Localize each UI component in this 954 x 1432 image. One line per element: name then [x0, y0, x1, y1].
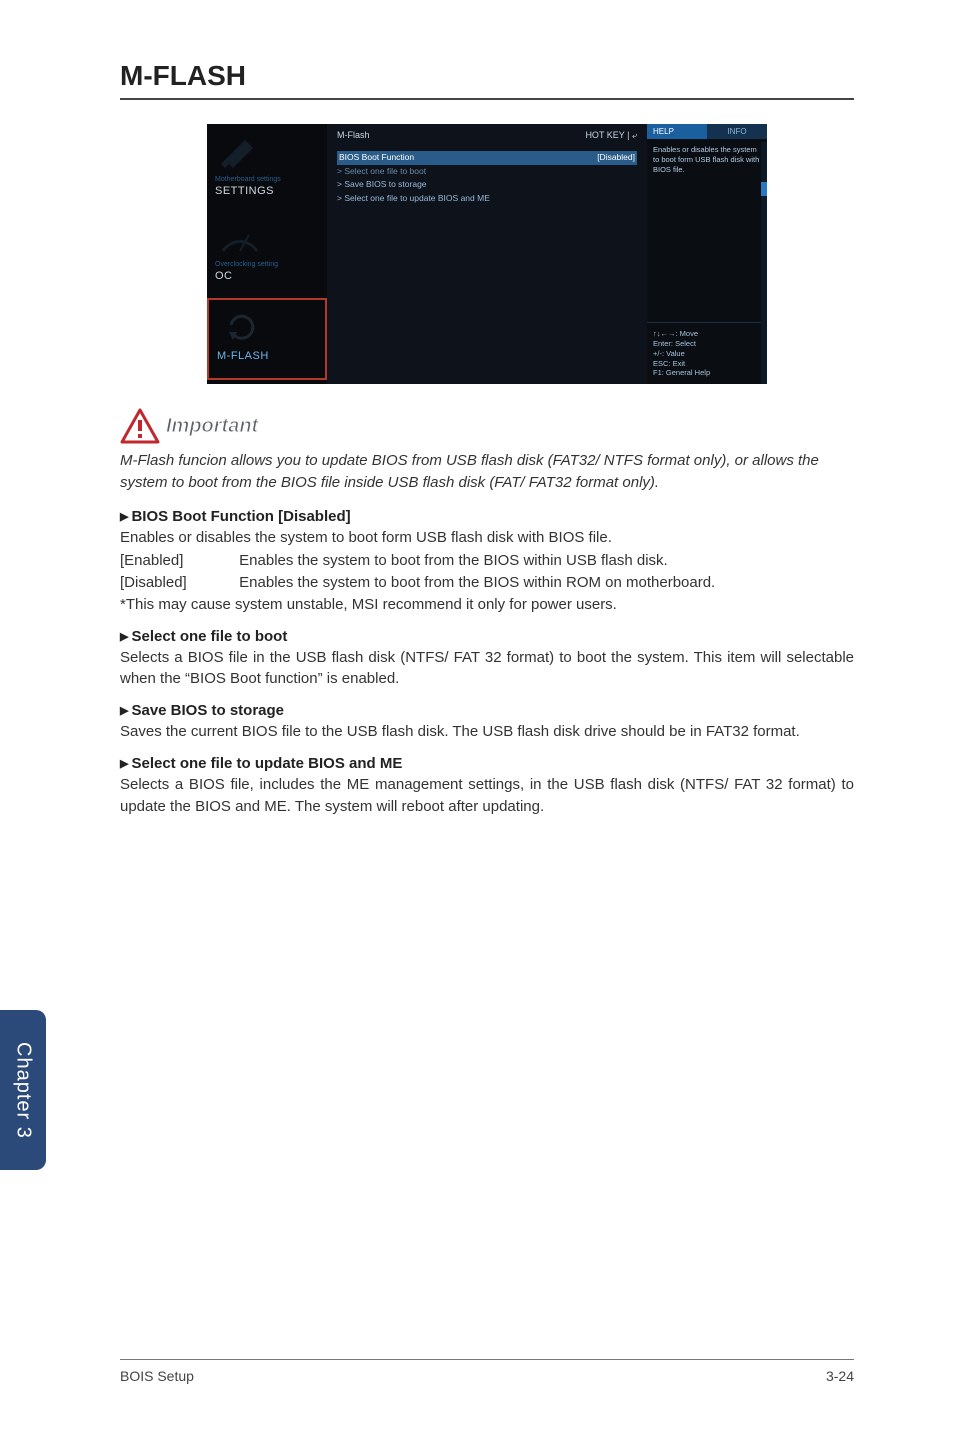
- opt-disabled-row: [Disabled] Enables the system to boot fr…: [120, 572, 854, 594]
- mflash-label: M-FLASH: [217, 350, 317, 362]
- settings-subtitle: Motherboard settings: [215, 176, 319, 183]
- opt-enabled-key: [Enabled]: [120, 550, 235, 572]
- scrollbar-thumb: [761, 182, 767, 196]
- key-help: ↑↓←→: MoveEnter: Select+/-: ValueESC: Ex…: [647, 322, 767, 384]
- bios-option-row: > Select one file to update BIOS and ME: [337, 192, 637, 206]
- warning-icon: [120, 408, 160, 444]
- gauge-icon: [215, 221, 265, 255]
- chapter-label: Chapter 3: [12, 1042, 35, 1139]
- bios-screenshot: Motherboard settings SETTINGS Overclocki…: [207, 124, 767, 384]
- bios-sidebar: Motherboard settings SETTINGS Overclocki…: [207, 124, 327, 384]
- help-tab: HELP: [647, 124, 707, 139]
- opt-enabled-val: Enables the system to boot from the BIOS…: [239, 552, 668, 569]
- opt-disabled-key: [Disabled]: [120, 572, 235, 594]
- bios-panel-title: M-Flash: [337, 130, 370, 141]
- item-bios-boot-heading: BIOS Boot Function [Disabled]: [120, 508, 854, 525]
- footer-page-number: 3-24: [826, 1368, 854, 1384]
- info-tab: INFO: [707, 124, 767, 139]
- sidebar-mflash: M-FLASH: [207, 298, 327, 380]
- refresh-icon: [217, 308, 267, 342]
- page-footer: BOIS Setup 3-24: [120, 1359, 854, 1384]
- bios-option-row: > Save BIOS to storage: [337, 178, 637, 192]
- select-update-body: Selects a BIOS file, includes the ME man…: [120, 774, 854, 818]
- opt-enabled-row: [Enabled] Enables the system to boot fro…: [120, 550, 854, 572]
- bios-option-row: > Select one file to boot: [337, 165, 637, 179]
- item-select-boot-heading: Select one file to boot: [120, 628, 854, 645]
- important-callout: Important: [120, 408, 854, 444]
- select-boot-body: Selects a BIOS file in the USB flash dis…: [120, 647, 854, 691]
- chapter-side-tab: Chapter 3: [0, 1010, 46, 1170]
- opt-disabled-val: Enables the system to boot from the BIOS…: [239, 574, 715, 591]
- settings-label: SETTINGS: [215, 185, 319, 197]
- sidebar-settings: Motherboard settings SETTINGS: [207, 128, 327, 213]
- scrollbar: [761, 142, 767, 384]
- bios-hotkey-label: HOT KEY | ⤶: [585, 130, 637, 141]
- important-paragraph: M-Flash funcion allows you to update BIO…: [120, 450, 854, 494]
- bios-help-panel: HELP INFO Enables or disables the system…: [647, 124, 767, 384]
- bios-option-list: BIOS Boot Function[Disabled]> Select one…: [327, 147, 647, 209]
- bios-boot-note: *This may cause system unstable, MSI rec…: [120, 594, 854, 616]
- oc-subtitle: Overclocking setting: [215, 261, 319, 268]
- sidebar-oc: Overclocking setting OC: [207, 213, 327, 298]
- item-select-update-heading: Select one file to update BIOS and ME: [120, 755, 854, 772]
- oc-label: OC: [215, 270, 319, 282]
- footer-left: BOIS Setup: [120, 1368, 194, 1384]
- wrench-icon: [215, 136, 265, 170]
- section-title: M-FLASH: [120, 60, 854, 100]
- save-bios-body: Saves the current BIOS file to the USB f…: [120, 721, 854, 743]
- item-save-bios-heading: Save BIOS to storage: [120, 702, 854, 719]
- bios-option-row: BIOS Boot Function[Disabled]: [337, 151, 637, 165]
- bios-boot-line1: Enables or disables the system to boot f…: [120, 527, 854, 549]
- bios-main-panel: M-Flash HOT KEY | ⤶ BIOS Boot Function[D…: [327, 124, 647, 384]
- important-label: Important: [166, 415, 258, 438]
- help-text: Enables or disables the system to boot f…: [647, 139, 767, 322]
